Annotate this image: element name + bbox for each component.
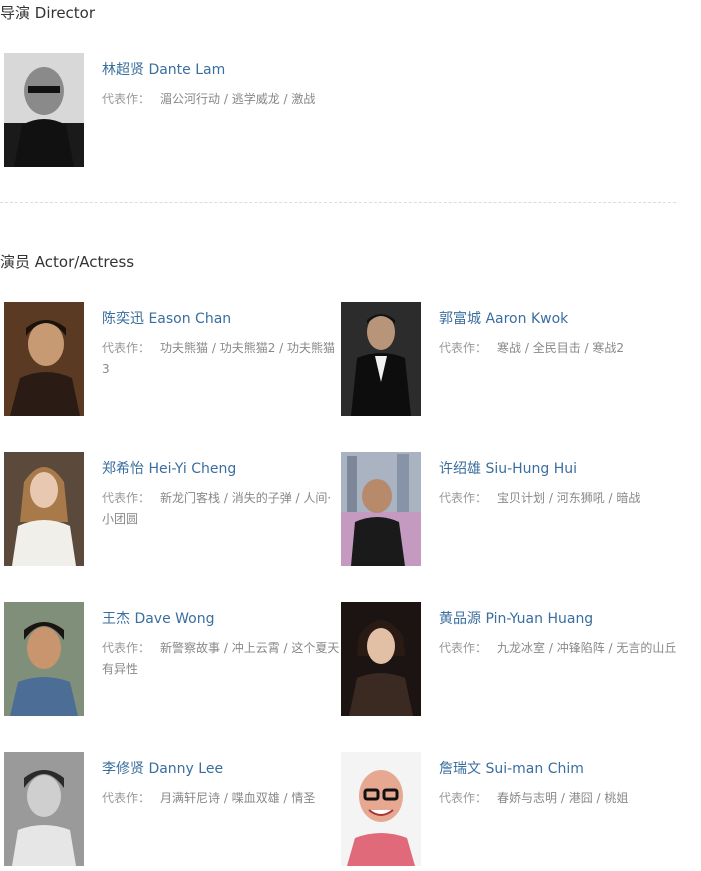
representative-works: 代表作： 湄公河行动 / 逃学威龙 / 激战 bbox=[102, 89, 340, 110]
person-photo[interactable] bbox=[341, 602, 421, 716]
director-section-title: 导演 Director bbox=[0, 4, 96, 22]
person-photo-icon bbox=[4, 53, 84, 167]
representative-works: 代表作： 月满轩尼诗 / 喋血双雄 / 情圣 bbox=[102, 788, 340, 809]
works-label: 代表作： bbox=[102, 92, 151, 106]
works-list: 宝贝计划 / 河东狮吼 / 暗战 bbox=[497, 491, 641, 505]
person-name-link[interactable]: 李修贤 Danny Lee bbox=[102, 758, 223, 778]
works-label: 代表作： bbox=[439, 491, 488, 505]
actor-card: 詹瑞文 Sui-man Chim 代表作： 春娇与志明 / 港囧 / 桃姐 bbox=[341, 752, 671, 867]
actor-card: 黄品源 Pin-Yuan Huang 代表作： 九龙冰室 / 冲锋陷阵 / 无言的… bbox=[341, 602, 676, 717]
representative-works: 代表作： 新警察故事 / 冲上云霄 / 这个夏天有异性 bbox=[102, 638, 340, 680]
works-label: 代表作： bbox=[102, 791, 151, 805]
person-photo-icon bbox=[341, 602, 421, 716]
actor-card: 王杰 Dave Wong 代表作： 新警察故事 / 冲上云霄 / 这个夏天有异性 bbox=[4, 602, 339, 717]
works-label: 代表作： bbox=[102, 491, 151, 505]
representative-works: 代表作： 新龙门客栈 / 消失的子弹 / 人间·小团圆 bbox=[102, 488, 340, 530]
works-list: 春娇与志明 / 港囧 / 桃姐 bbox=[497, 791, 629, 805]
representative-works: 代表作： 功夫熊猫 / 功夫熊猫2 / 功夫熊猫3 bbox=[102, 338, 340, 380]
person-photo[interactable] bbox=[4, 452, 84, 566]
works-list: 湄公河行动 / 逃学威龙 / 激战 bbox=[160, 92, 316, 106]
person-photo[interactable] bbox=[4, 602, 84, 716]
director-card: 林超贤 Dante Lam 代表作： 湄公河行动 / 逃学威龙 / 激战 bbox=[4, 53, 334, 168]
person-photo[interactable] bbox=[341, 452, 421, 566]
actors-section-title: 演员 Actor/Actress bbox=[0, 253, 135, 271]
works-label: 代表作： bbox=[439, 341, 488, 355]
works-list: 寒战 / 全民目击 / 寒战2 bbox=[497, 341, 624, 355]
person-photo-icon bbox=[4, 752, 84, 866]
person-name-link[interactable]: 林超贤 Dante Lam bbox=[102, 59, 225, 79]
section-divider bbox=[0, 202, 676, 203]
person-photo-icon bbox=[341, 752, 421, 866]
person-photo[interactable] bbox=[341, 302, 421, 416]
representative-works: 代表作： 九龙冰室 / 冲锋陷阵 / 无言的山丘 bbox=[439, 638, 677, 659]
works-label: 代表作： bbox=[102, 341, 151, 355]
actor-card: 郭富城 Aaron Kwok 代表作： 寒战 / 全民目击 / 寒战2 bbox=[341, 302, 671, 417]
actor-card: 李修贤 Danny Lee 代表作： 月满轩尼诗 / 喋血双雄 / 情圣 bbox=[4, 752, 334, 867]
person-photo-icon bbox=[4, 302, 84, 416]
person-name-link[interactable]: 陈奕迅 Eason Chan bbox=[102, 308, 231, 328]
actor-card: 陈奕迅 Eason Chan 代表作： 功夫熊猫 / 功夫熊猫2 / 功夫熊猫3 bbox=[4, 302, 335, 417]
representative-works: 代表作： 寒战 / 全民目击 / 寒战2 bbox=[439, 338, 677, 359]
person-photo-icon bbox=[341, 302, 421, 416]
person-name-link[interactable]: 许绍雄 Siu-Hung Hui bbox=[439, 458, 577, 478]
actor-card: 郑希怡 Hei-Yi Cheng 代表作： 新龙门客栈 / 消失的子弹 / 人间·… bbox=[4, 452, 334, 567]
works-list: 月满轩尼诗 / 喋血双雄 / 情圣 bbox=[160, 791, 316, 805]
person-photo-icon bbox=[4, 452, 84, 566]
person-photo[interactable] bbox=[4, 302, 84, 416]
works-label: 代表作： bbox=[439, 791, 488, 805]
works-label: 代表作： bbox=[102, 641, 151, 655]
person-name-link[interactable]: 黄品源 Pin-Yuan Huang bbox=[439, 608, 593, 628]
person-name-link[interactable]: 王杰 Dave Wong bbox=[102, 608, 215, 628]
person-name-link[interactable]: 郭富城 Aaron Kwok bbox=[439, 308, 568, 328]
person-photo[interactable] bbox=[341, 752, 421, 866]
person-name-link[interactable]: 詹瑞文 Sui-man Chim bbox=[439, 758, 584, 778]
works-label: 代表作： bbox=[439, 641, 488, 655]
actor-card: 许绍雄 Siu-Hung Hui 代表作： 宝贝计划 / 河东狮吼 / 暗战 bbox=[341, 452, 671, 567]
person-photo-icon bbox=[4, 602, 84, 716]
person-photo[interactable] bbox=[4, 752, 84, 866]
representative-works: 代表作： 宝贝计划 / 河东狮吼 / 暗战 bbox=[439, 488, 677, 509]
works-list: 九龙冰室 / 冲锋陷阵 / 无言的山丘 bbox=[497, 641, 677, 655]
person-name-link[interactable]: 郑希怡 Hei-Yi Cheng bbox=[102, 458, 236, 478]
representative-works: 代表作： 春娇与志明 / 港囧 / 桃姐 bbox=[439, 788, 677, 809]
person-photo-icon bbox=[341, 452, 421, 566]
person-photo[interactable] bbox=[4, 53, 84, 167]
